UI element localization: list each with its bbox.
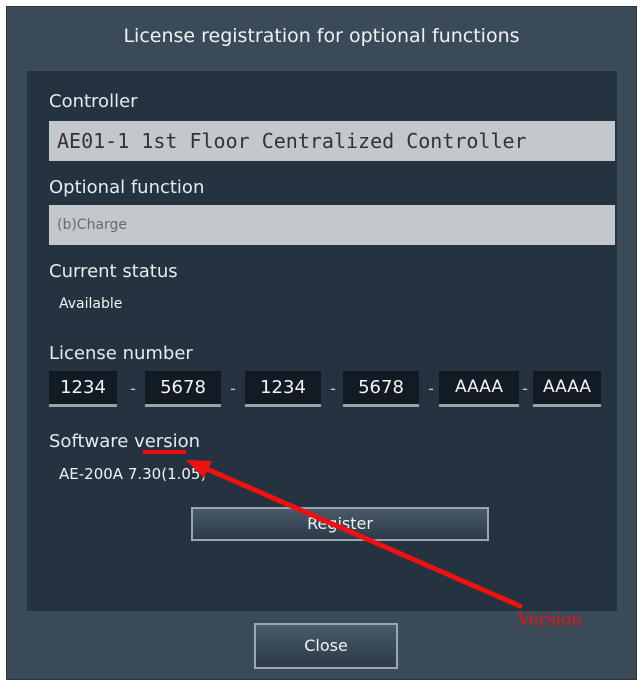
- version-annotation-text: Version: [518, 610, 583, 630]
- version-arrow-annotation: [186, 460, 523, 609]
